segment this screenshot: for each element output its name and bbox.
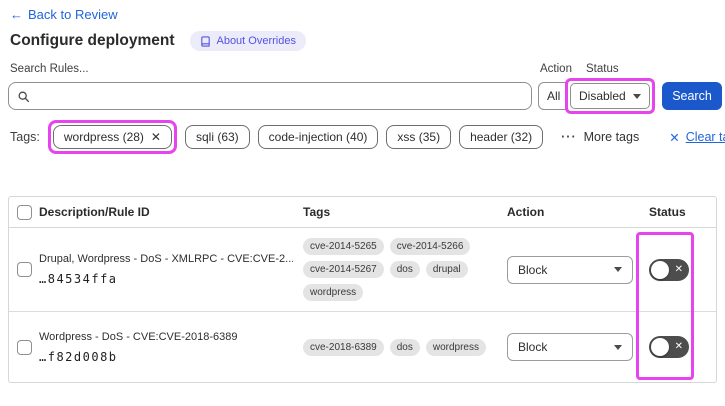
rule-status-cell: ✕ [639,336,716,358]
ellipsis-icon: ··· [561,130,577,144]
status-toggle[interactable]: ✕ [649,336,689,358]
table-body: Drupal, Wordpress - DoS - XMLRPC - CVE:C… [9,228,716,382]
rule-tag: dos [389,261,420,278]
rule-action-cell: Block [499,333,639,361]
action-select[interactable]: Block [507,333,633,361]
rule-tag: cve-2014-5266 [389,238,471,255]
table-row: Wordpress - DoS - CVE:CVE-2018-6389 …f82d… [9,312,716,382]
chevron-down-icon [614,267,622,272]
table-header-row: Description/Rule ID Tags Action Status [9,197,716,228]
rule-tag: drupal [425,261,468,278]
x-icon: ✕ [674,341,683,352]
rule-tags-cell: cve-2018-6389 dos wordpress [303,338,499,356]
row-checkbox[interactable] [17,262,32,277]
more-tags-button[interactable]: ··· More tags [561,130,639,144]
clear-x-icon: ✕ [669,130,680,145]
search-rules-label: Search Rules... [10,63,89,75]
tag-chip-list: sqli (63) code-injection (40) xss (35) head… [184,125,544,149]
row-checkbox-cell [9,262,37,277]
row-checkbox[interactable] [17,339,32,355]
rule-tag: dos [389,338,420,356]
action-select-value: Block [518,262,548,277]
clear-tags-label: Clear tags [685,130,725,144]
back-to-review-link[interactable]: ← Back to Review [10,7,118,22]
tag-chip-label: xss (35) [397,130,441,144]
action-dropdown-value: All [547,89,561,103]
status-toggle[interactable]: ✕ [649,258,689,281]
remove-tag-icon[interactable]: ✕ [151,130,161,144]
search-rules-input[interactable] [36,88,523,104]
tags-label: Tags: [10,130,40,144]
book-icon [201,35,211,47]
toggle-knob [651,338,669,356]
chevron-down-icon [632,93,641,99]
tag-chip-label: sqli (63) [195,130,239,144]
highlight-status-dropdown: Disabled [565,78,655,114]
col-header-tags: Tags [303,205,331,219]
page-header: Configure deployment About Overrides [10,31,306,51]
col-header-description: Description/Rule ID [39,205,150,219]
tag-chip[interactable]: header (32) [459,125,544,149]
rule-tag: wordpress [303,284,364,301]
action-label: Action [540,63,572,75]
rule-description: Wordpress - DoS - CVE:CVE-2018-6389 [39,330,238,343]
tag-chip[interactable]: code-injection (40) [257,125,379,149]
rule-tags-cell: cve-2014-5265 cve-2014-5266 cve-2014-5267 d… [303,238,499,301]
rule-description-cell: Wordpress - DoS - CVE:CVE-2018-6389 …f82d… [37,331,303,364]
table-row: Drupal, Wordpress - DoS - XMLRPC - CVE:C… [9,228,716,312]
toggle-knob [651,260,669,279]
search-icon [18,91,30,102]
tag-chip[interactable]: xss (35) [386,125,452,149]
rule-tag-list: cve-2018-6389 dos wordpress [303,338,491,356]
rule-tag: cve-2014-5265 [303,238,384,255]
rule-tag: wordpress [425,338,486,356]
rule-description-cell: Drupal, Wordpress - DoS - XMLRPC - CVE:C… [37,253,303,286]
x-icon: ✕ [674,263,683,275]
rule-status-cell: ✕ [639,258,716,281]
about-overrides-label: About Overrides [216,35,296,47]
row-checkbox-cell [9,339,37,355]
rule-tag-list: cve-2014-5265 cve-2014-5266 cve-2014-5267 d… [303,238,491,301]
status-dropdown[interactable]: Disabled [570,83,650,109]
rule-id: …84534ffa [39,272,118,286]
action-select[interactable]: Block [507,255,633,284]
rule-description: Drupal, Wordpress - DoS - XMLRPC - CVE:C… [39,253,293,265]
tag-chip-label: wordpress (28) [63,130,144,144]
rule-tag: cve-2018-6389 [303,338,384,356]
rule-tag: cve-2014-5267 [303,261,384,278]
rules-table: Description/Rule ID Tags Action Status D… [8,196,717,383]
back-link-label: Back to Review [28,7,118,22]
chevron-down-icon [614,344,622,350]
tag-chip-label: code-injection (40) [268,130,368,144]
search-button[interactable]: Search [662,82,722,110]
rule-action-cell: Block [499,255,639,284]
about-overrides-badge[interactable]: About Overrides [190,31,306,51]
tag-chip-wordpress[interactable]: wordpress (28) ✕ [52,125,172,149]
back-arrow-icon: ← [10,7,23,22]
select-all-checkbox[interactable] [17,204,32,220]
col-header-status: Status [649,205,686,219]
clear-tags-button[interactable]: ✕ Clear tags [669,130,725,145]
more-tags-label: More tags [583,130,640,144]
rule-id: …f82d008b [39,349,118,364]
tag-chip[interactable]: sqli (63) [184,125,250,149]
status-dropdown-value: Disabled [579,89,626,103]
col-header-action: Action [507,205,545,219]
tag-chip-label: header (32) [470,130,533,144]
search-rules-input-box[interactable] [8,82,532,110]
page-title: Configure deployment [10,32,175,49]
tags-bar: Tags: wordpress (28) ✕ sqli (63) code-inj… [10,118,725,156]
action-select-value: Block [518,340,548,354]
status-label: Status [586,63,619,75]
highlight-selected-tag: wordpress (28) ✕ [47,120,177,154]
